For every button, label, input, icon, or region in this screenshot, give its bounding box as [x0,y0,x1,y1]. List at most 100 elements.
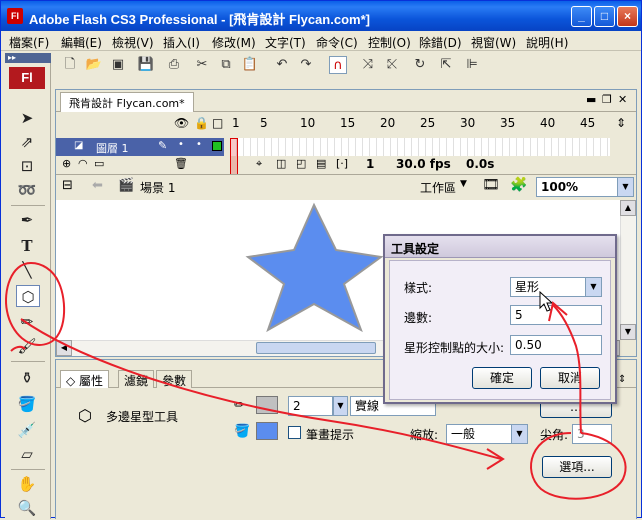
workspace-menu[interactable]: 工作區 [420,179,456,196]
hand-tool-icon[interactable]: ✋ [14,473,40,495]
edit-scene-icon[interactable]: 🧩 [510,177,527,193]
menu-text[interactable]: 文字(T) [265,34,306,51]
save-icon[interactable]: 💾 [137,56,155,74]
subselection-tool-icon[interactable]: ⇗ [14,131,40,153]
visible-dot-icon[interactable]: • [178,139,184,150]
eye-icon[interactable]: 👁 [174,116,189,130]
stroke-color-swatch[interactable] [256,396,278,414]
pen-tool-icon[interactable]: ✒ [14,209,40,231]
menu-modify[interactable]: 修改(M) [212,34,256,51]
timeline-menu-icon[interactable]: ⇕ [616,116,626,130]
snap-magnet-icon[interactable]: ∩ [329,56,347,74]
chevron-down-icon[interactable]: ▼ [617,178,633,196]
workspace-dropdown-icon[interactable]: ▼ [460,179,467,189]
scale-select[interactable]: 一般 ▼ [446,424,528,444]
onion-markers-icon[interactable]: [·] [336,157,348,170]
point-size-input[interactable]: 0.50 [510,335,602,355]
menu-commands[interactable]: 命令(C) [316,34,358,51]
ok-button[interactable]: 確定 [472,367,532,389]
lasso-tool-icon[interactable]: ➿ [14,179,40,201]
layer-row[interactable]: ◪ 圖層 1 ✎ • • [56,138,224,156]
document-tab[interactable]: 飛肯設計 Flycan.com* [60,92,194,112]
fill-color-swatch[interactable] [256,422,278,440]
print-icon[interactable]: ⎙ [165,56,183,74]
scale-icon[interactable]: ⇱ [437,56,455,74]
scene-name[interactable]: 場景 1 [140,179,175,196]
redo-icon[interactable]: ↷ [297,56,315,74]
eyedropper-tool-icon[interactable]: 💉 [14,419,40,441]
panel-menu-icon[interactable]: ⇕ [618,374,626,385]
menu-debug[interactable]: 除錯(D) [419,34,462,51]
pencil-tool-icon[interactable]: ✏ [14,311,40,333]
paint-bucket-tool-icon[interactable]: 🪣 [14,393,40,415]
menu-edit[interactable]: 編輯(E) [61,34,102,51]
maximize-button[interactable]: □ [594,6,615,27]
open-remote-icon[interactable]: ▣ [109,56,127,74]
eraser-tool-icon[interactable]: ▱ [14,443,40,465]
zoom-select[interactable]: 100% ▼ [536,177,634,197]
scroll-up-icon[interactable]: ▲ [620,200,636,216]
undo-icon[interactable]: ↶ [273,56,291,74]
selection-tool-icon[interactable]: ➤ [14,107,40,129]
cut-icon[interactable]: ✂ [193,56,211,74]
menu-control[interactable]: 控制(O) [368,34,411,51]
back-arrow-icon[interactable]: ⬅ [92,178,103,193]
stroke-hint-checkbox[interactable] [288,426,301,439]
menu-help[interactable]: 說明(H) [526,34,568,51]
open-folder-icon[interactable]: 📂 [85,56,103,74]
options-button[interactable]: 選項... [542,456,612,478]
motion-guide-icon[interactable]: ◠ [78,157,88,170]
onion-skin-icon[interactable]: ◫ [276,157,286,170]
straighten-icon[interactable]: ⤪ [383,56,401,74]
line-tool-icon[interactable]: ╲ [14,259,40,281]
tab-parameters[interactable]: 參數 [156,370,193,388]
close-button[interactable]: × [617,6,638,27]
stroke-width-dropdown[interactable]: ▼ [332,396,348,416]
brush-tool-icon[interactable]: 🖌 [14,335,40,357]
vertical-scrollbar[interactable]: ▲ ▼ [620,200,636,340]
minimize-button[interactable]: _ [571,6,592,27]
timeline-toggle-icon[interactable]: ⊟ [62,178,73,193]
polystar-tool-icon[interactable]: ⬡ [16,285,40,307]
smooth-icon[interactable]: ⤨ [359,56,377,74]
delete-layer-icon[interactable]: 🗑 [174,157,188,170]
menu-window[interactable]: 視窗(W) [471,34,516,51]
panel-grip-icon[interactable]: ▸▸ [5,53,51,63]
frame-rate[interactable]: 30.0 fps [396,157,451,171]
paste-icon[interactable]: 📋 [241,56,259,74]
minimize-doc-icon[interactable]: ▬ [586,93,596,106]
cancel-button[interactable]: 取消 [540,367,600,389]
copy-icon[interactable]: ⧉ [217,56,235,74]
outline-color-swatch[interactable] [212,141,222,151]
menu-insert[interactable]: 插入(I) [163,34,200,51]
edit-symbols-icon[interactable]: 🎞 [482,177,500,193]
insert-layer-icon[interactable]: ⊕ [62,157,71,170]
center-frame-icon[interactable]: ⌖ [256,157,262,171]
lock-dot-icon[interactable]: • [196,139,202,150]
tab-properties[interactable]: ◇ 屬性 [60,370,110,388]
chevron-down-icon[interactable]: ▼ [511,425,527,443]
align-icon[interactable]: ⊫ [463,56,481,74]
insert-folder-icon[interactable]: ▭ [94,157,104,170]
style-select[interactable]: 星形 ▼ [510,277,602,297]
lock-icon[interactable]: 🔒 [194,116,209,130]
outline-icon[interactable]: □ [212,116,223,130]
scroll-thumb[interactable] [256,342,376,354]
ink-bottle-tool-icon[interactable]: ⚱ [14,367,40,389]
new-file-icon[interactable]: 🗋 [61,56,79,74]
zoom-tool-icon[interactable]: 🔍 [14,497,40,519]
tab-filters[interactable]: 濾鏡 [118,370,155,388]
onion-outline-icon[interactable]: ◰ [296,157,306,170]
rotate-icon[interactable]: ↻ [411,56,429,74]
frame-cells[interactable] [230,138,610,156]
scroll-down-icon[interactable]: ▼ [620,324,636,340]
chevron-down-icon[interactable]: ▼ [585,278,601,296]
menu-file[interactable]: 檔案(F) [9,34,49,51]
miter-field[interactable]: 3 [572,424,612,444]
free-transform-tool-icon[interactable]: ⊡ [14,155,40,177]
chevron-down-icon[interactable]: ▼ [333,397,347,415]
text-tool-icon[interactable]: T [14,235,40,257]
scroll-left-icon[interactable]: ◀ [56,340,72,356]
restore-doc-icon[interactable]: ❐ [602,93,612,106]
menu-view[interactable]: 檢視(V) [112,34,154,51]
